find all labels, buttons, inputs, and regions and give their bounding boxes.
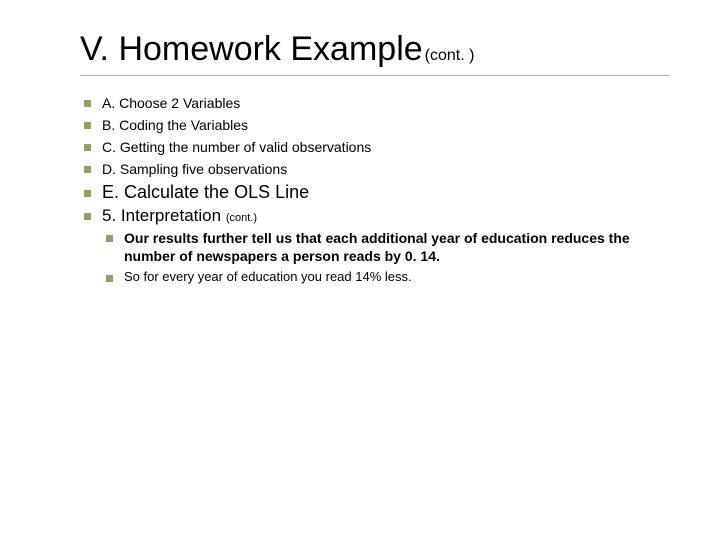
slide: V. Homework Example(cont. ) A. Choose 2 … xyxy=(0,0,720,540)
main-step-list: E. Calculate the OLS Line xyxy=(80,182,670,203)
interp-result-list: Our results further tell us that each ad… xyxy=(102,229,670,267)
interp-result: Our results further tell us that each ad… xyxy=(102,229,670,267)
step-e: E. Calculate the OLS Line xyxy=(80,182,670,203)
interp-label: 5. Interpretation xyxy=(102,206,221,225)
interp-heading: 5. Interpretation (cont.) Our results fu… xyxy=(80,206,670,285)
title-block: V. Homework Example(cont. ) xyxy=(80,30,670,76)
interp-list: 5. Interpretation (cont.) Our results fu… xyxy=(80,206,670,285)
interp-cont: (cont.) xyxy=(226,212,257,224)
interp-sub-list: So for every year of education you read … xyxy=(102,269,670,284)
step-c: C. Getting the number of valid observati… xyxy=(80,138,670,157)
outline-list: A. Choose 2 Variables B. Coding the Vari… xyxy=(80,94,670,179)
step-b: B. Coding the Variables xyxy=(80,116,670,135)
step-a: A. Choose 2 Variables xyxy=(80,94,670,113)
step-d: D. Sampling five observations xyxy=(80,160,670,179)
slide-title-cont: (cont. ) xyxy=(425,47,475,64)
interp-sub: So for every year of education you read … xyxy=(102,269,670,284)
slide-title: V. Homework Example xyxy=(80,30,423,68)
